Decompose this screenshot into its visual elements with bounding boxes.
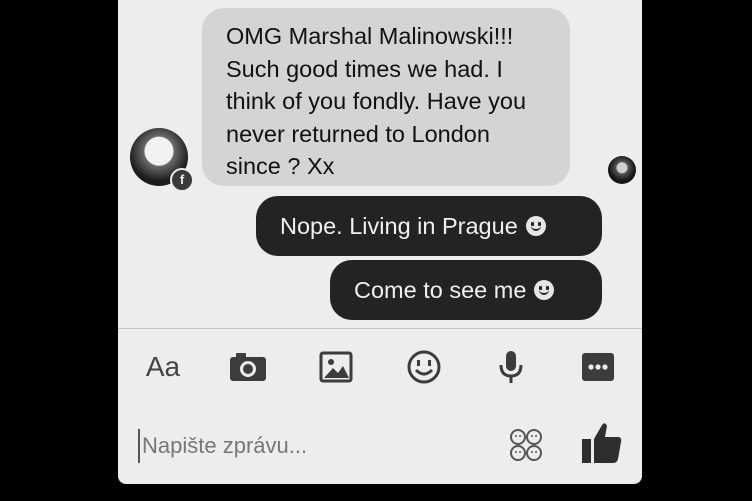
facebook-icon: f bbox=[170, 168, 194, 192]
outgoing-message[interactable]: Come to see me bbox=[330, 260, 602, 320]
smiley-emoji-icon bbox=[534, 280, 555, 300]
smiley-emoji-icon bbox=[525, 216, 546, 236]
incoming-message[interactable]: OMG Marshal Malinowski!!! Such good time… bbox=[202, 8, 570, 186]
sticker-button[interactable] bbox=[506, 425, 546, 465]
like-button[interactable] bbox=[580, 419, 624, 467]
seen-indicator-avatar bbox=[608, 156, 636, 184]
camera-icon bbox=[230, 353, 266, 381]
emoji-button[interactable] bbox=[406, 347, 442, 387]
voice-button[interactable] bbox=[496, 347, 526, 387]
composer: Napište zprávu... bbox=[118, 405, 642, 484]
microphone-icon bbox=[499, 351, 523, 383]
thumbs-up-icon bbox=[582, 423, 622, 463]
more-icon bbox=[582, 353, 614, 381]
image-icon bbox=[319, 351, 353, 383]
messenger-screen: OMG Marshal Malinowski!!! Such good time… bbox=[118, 0, 642, 484]
message-text: Come to see me bbox=[354, 277, 527, 303]
composer-toolbar: Aa bbox=[118, 329, 642, 405]
message-input[interactable]: Napište zprávu... bbox=[138, 429, 478, 463]
gallery-button[interactable] bbox=[318, 347, 354, 387]
emoji-icon bbox=[407, 350, 441, 384]
outgoing-message[interactable]: Nope. Living in Prague bbox=[256, 196, 602, 256]
camera-button[interactable] bbox=[228, 347, 268, 387]
more-options-button[interactable] bbox=[580, 347, 616, 387]
message-text: Nope. Living in Prague bbox=[280, 213, 518, 239]
sticker-icon bbox=[510, 429, 542, 461]
text-format-button[interactable]: Aa bbox=[142, 347, 184, 387]
conversation-thread: OMG Marshal Malinowski!!! Such good time… bbox=[118, 0, 642, 328]
